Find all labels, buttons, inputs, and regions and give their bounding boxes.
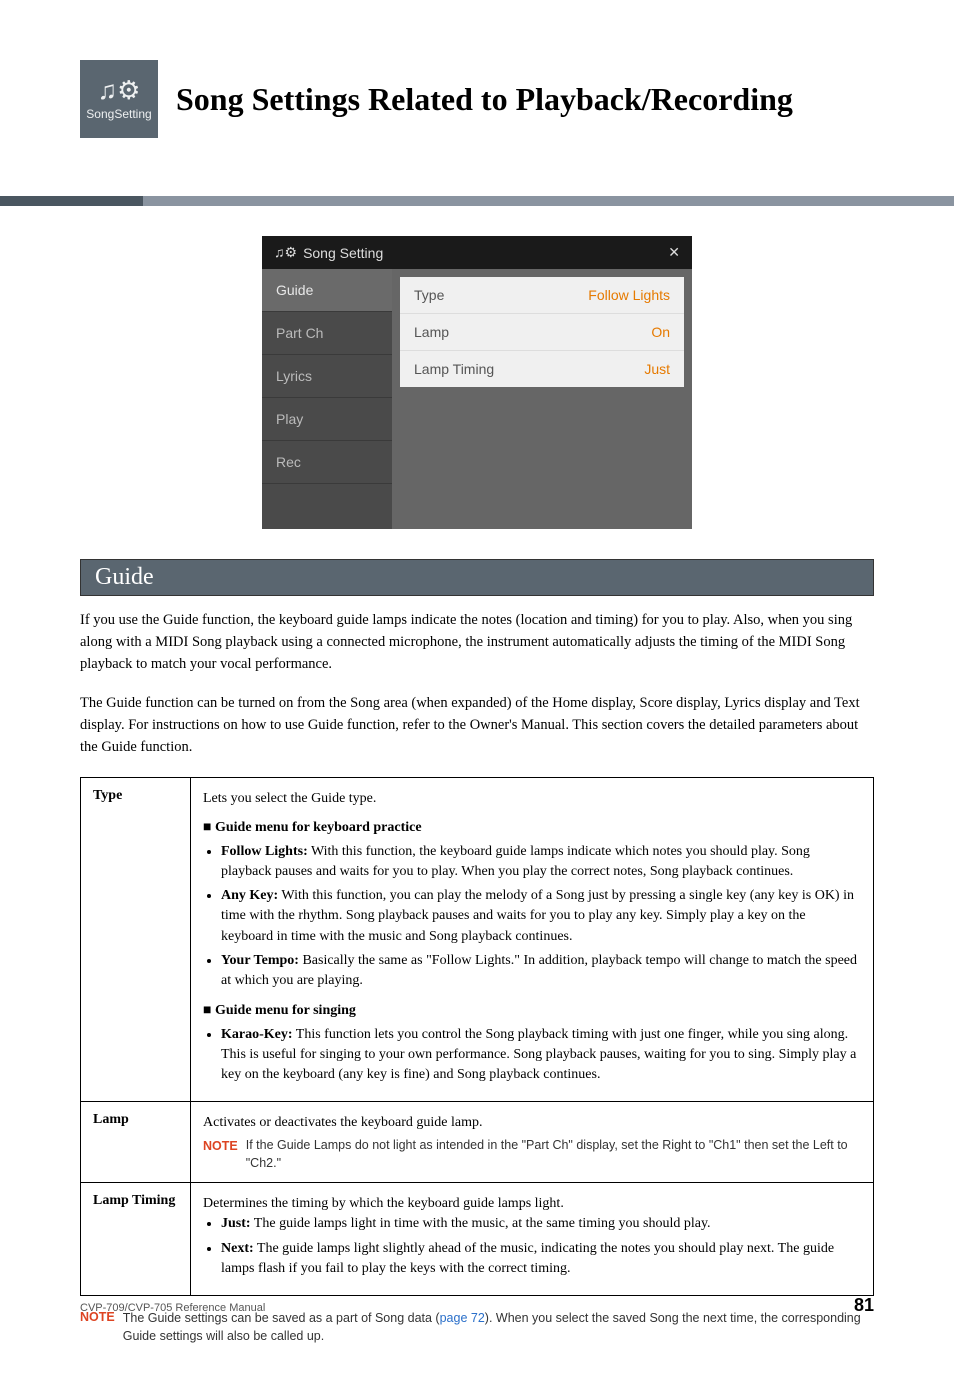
close-icon: ✕ xyxy=(668,244,680,261)
song-setting-screenshot: ♫⚙ Song Setting ✕ Guide Part Ch Lyrics P… xyxy=(262,236,692,529)
row-lamp: Lamp On xyxy=(400,314,684,351)
cell-lamp-label: Lamp xyxy=(81,1102,191,1183)
bullet-karao-key: Karao-Key: This function lets you contro… xyxy=(221,1025,861,1086)
bullet-follow-lights: Follow Lights: With this function, the k… xyxy=(221,842,861,883)
page-number: 81 xyxy=(854,1295,874,1316)
type-intro: Lets you select the Guide type. xyxy=(203,788,861,809)
page-title: Song Settings Related to Playback/Record… xyxy=(176,81,793,118)
row-type: Type Follow Lights xyxy=(400,277,684,314)
note-label: NOTE xyxy=(203,1137,238,1172)
cell-type-desc: Lets you select the Guide type. Guide me… xyxy=(191,777,874,1102)
parameter-table: Type Lets you select the Guide type. Gui… xyxy=(80,777,874,1297)
note-gear-icon: ♫⚙ xyxy=(98,77,141,103)
titlebar-icon: ♫⚙ xyxy=(274,244,297,261)
cell-lamp-timing-label: Lamp Timing xyxy=(81,1183,191,1296)
sidebar-item-guide: Guide xyxy=(262,269,392,312)
lamp-timing-intro: Determines the timing by which the keybo… xyxy=(203,1193,861,1214)
screenshot-sidebar: Guide Part Ch Lyrics Play Rec xyxy=(262,269,392,529)
song-setting-icon: ♫⚙ SongSetting xyxy=(80,60,158,138)
section-heading-guide: Guide xyxy=(80,559,874,596)
row-value: On xyxy=(651,324,670,340)
cell-lamp-desc: Activates or deactivates the keyboard gu… xyxy=(191,1102,874,1183)
header-bar xyxy=(0,196,954,206)
submenu-singing: Guide menu for singing xyxy=(203,1000,861,1021)
lamp-text: Activates or deactivates the keyboard gu… xyxy=(203,1112,861,1133)
row-label: Lamp xyxy=(414,324,449,340)
cell-lamp-timing-desc: Determines the timing by which the keybo… xyxy=(191,1183,874,1296)
intro-para-2: The Guide function can be turned on from… xyxy=(80,693,874,758)
sidebar-item-play: Play xyxy=(262,398,392,441)
sidebar-item-partch: Part Ch xyxy=(262,312,392,355)
row-value: Just xyxy=(644,361,670,377)
row-value: Follow Lights xyxy=(588,287,670,303)
screenshot-titlebar: ♫⚙ Song Setting ✕ xyxy=(262,236,692,269)
bullet-next: Next: The guide lamps light slightly ahe… xyxy=(221,1239,861,1280)
icon-label: SongSetting xyxy=(86,107,151,121)
screenshot-main: Type Follow Lights Lamp On Lamp Timing J… xyxy=(392,269,692,529)
sidebar-item-rec: Rec xyxy=(262,441,392,484)
note-text: If the Guide Lamps do not light as inten… xyxy=(246,1137,861,1172)
submenu-keyboard-practice: Guide menu for keyboard practice xyxy=(203,817,861,838)
bullet-any-key: Any Key: With this function, you can pla… xyxy=(221,886,861,947)
cell-type-label: Type xyxy=(81,777,191,1102)
bullet-just: Just: The guide lamps light in time with… xyxy=(221,1214,861,1234)
row-label: Type xyxy=(414,287,444,303)
intro-para-1: If you use the Guide function, the keybo… xyxy=(80,610,874,675)
row-label: Lamp Timing xyxy=(414,361,494,377)
bullet-your-tempo: Your Tempo: Basically the same as "Follo… xyxy=(221,951,861,992)
row-lamp-timing: Lamp Timing Just xyxy=(400,351,684,387)
sidebar-item-lyrics: Lyrics xyxy=(262,355,392,398)
titlebar-text: Song Setting xyxy=(303,245,383,261)
manual-name: CVP-709/CVP-705 Reference Manual xyxy=(80,1302,265,1314)
